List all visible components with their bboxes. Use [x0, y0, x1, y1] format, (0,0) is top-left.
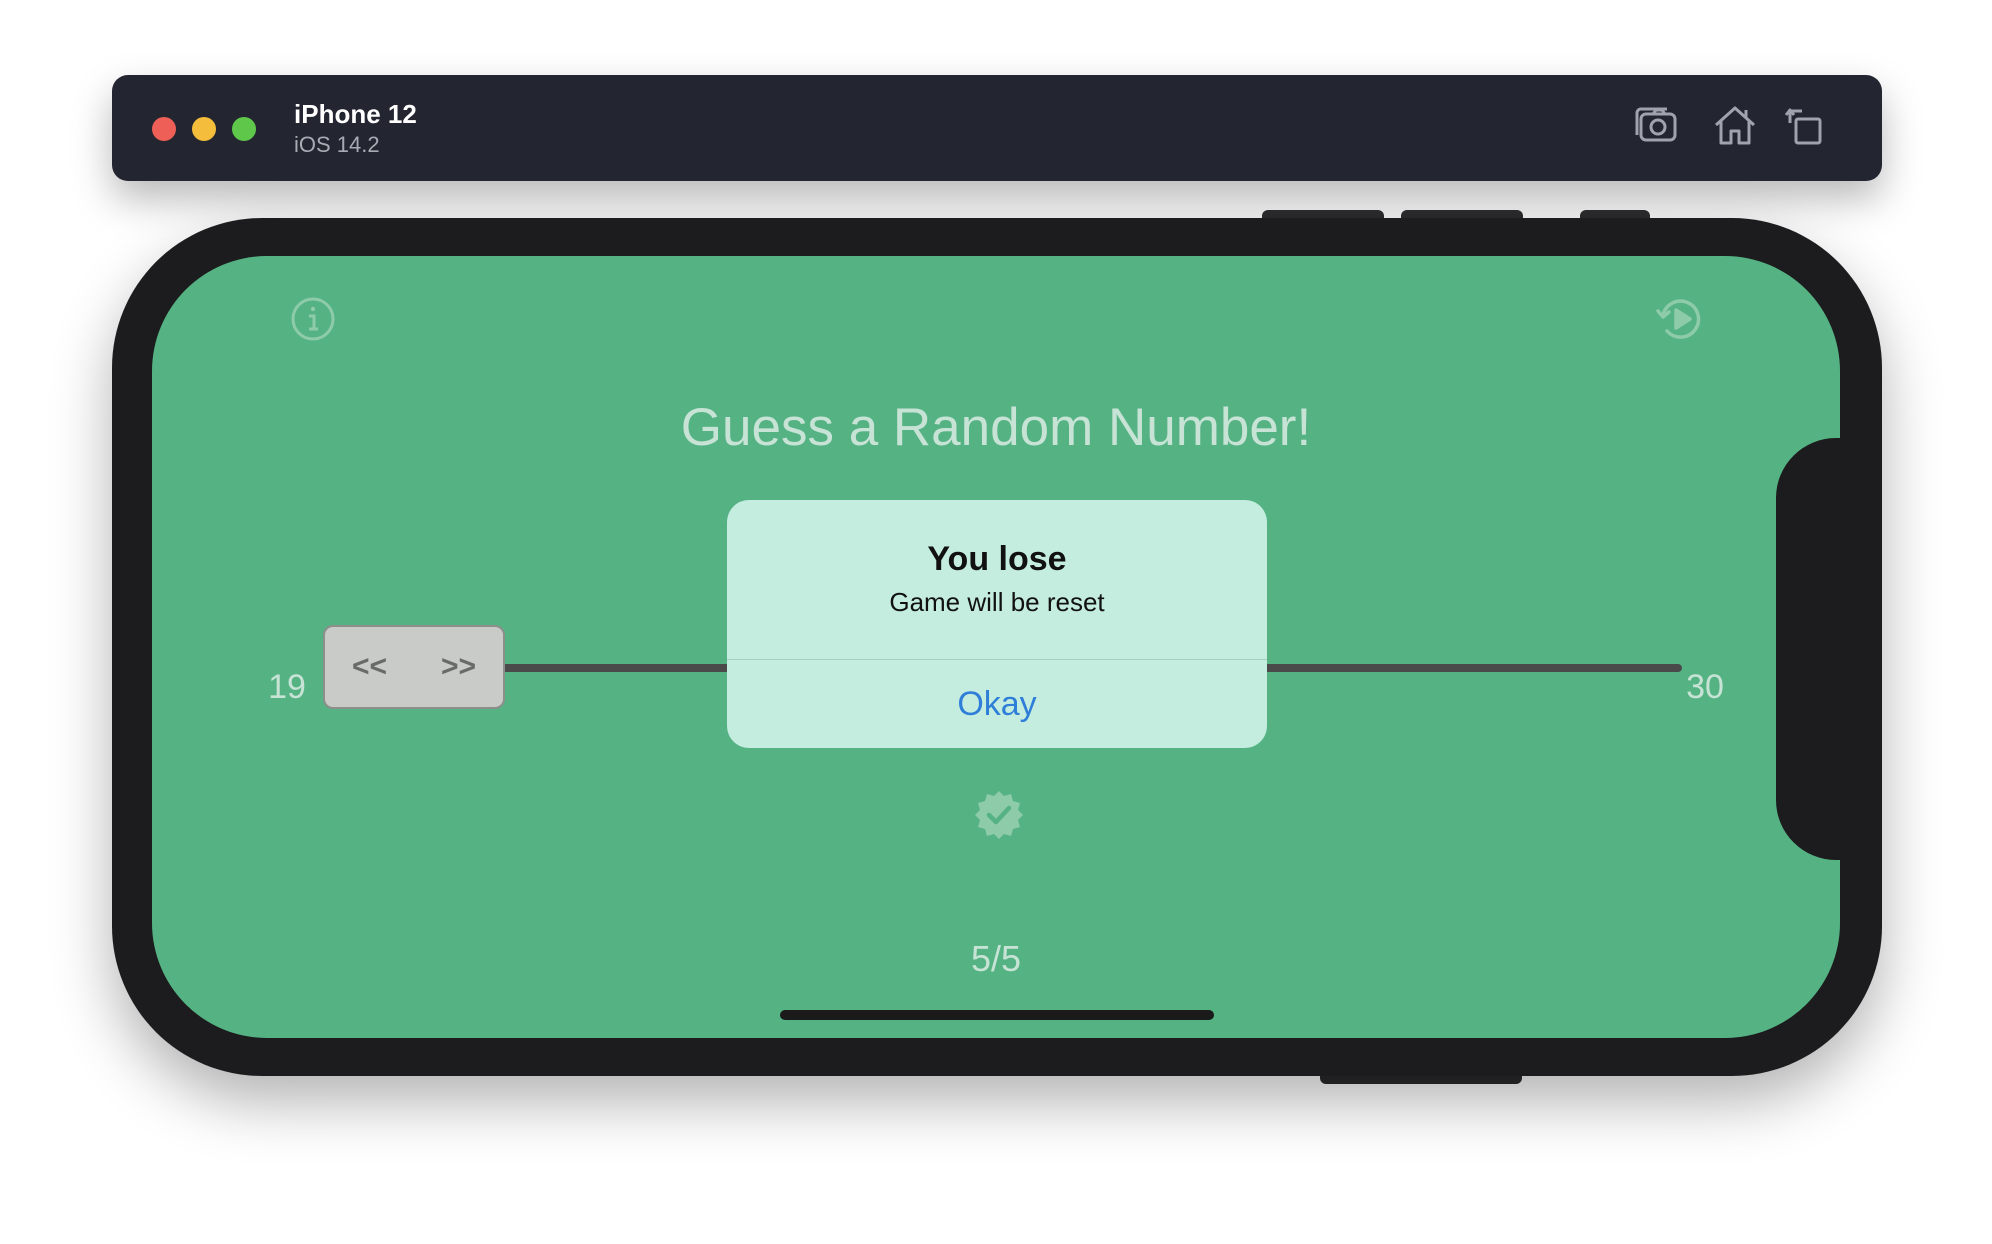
home-indicator[interactable]	[780, 1010, 1214, 1020]
alert-message: Game will be reset	[889, 587, 1105, 617]
range-max-label: 30	[1686, 668, 1724, 706]
sensor-notch	[1776, 438, 1846, 860]
alert-dialog: You lose Game will be reset Okay	[727, 500, 1267, 748]
score-counter: 5/5	[970, 938, 1022, 979]
device-name: iPhone 12	[294, 99, 417, 129]
range-min-label: 19	[268, 668, 306, 706]
slider-right-arrows: >>	[440, 650, 477, 683]
restart-icon[interactable]	[1654, 293, 1706, 345]
zoom-window-button[interactable]	[232, 117, 256, 141]
screenshot-icon[interactable]	[1632, 101, 1682, 151]
game-title: Guess a Random Number!	[680, 398, 1312, 457]
check-badge-icon[interactable]	[972, 788, 1026, 842]
iphone-frame: Guess a Random Number! 19 << >> 30 5/5 Y…	[112, 218, 1882, 1076]
okay-button[interactable]: Okay	[727, 660, 1267, 748]
info-icon[interactable]	[289, 295, 337, 343]
home-icon[interactable]	[1710, 101, 1760, 151]
slider-thumb[interactable]: << >>	[323, 625, 505, 709]
slider-left-arrows: <<	[351, 650, 388, 683]
simulator-titlebar: iPhone 12 iOS 14.2	[112, 75, 1882, 181]
alert-title: You lose	[927, 540, 1067, 578]
rotate-icon[interactable]	[1782, 101, 1832, 151]
minimize-window-button[interactable]	[192, 117, 216, 141]
os-version: iOS 14.2	[294, 132, 380, 157]
close-window-button[interactable]	[152, 117, 176, 141]
app-screen: Guess a Random Number! 19 << >> 30 5/5 Y…	[152, 256, 1840, 1038]
